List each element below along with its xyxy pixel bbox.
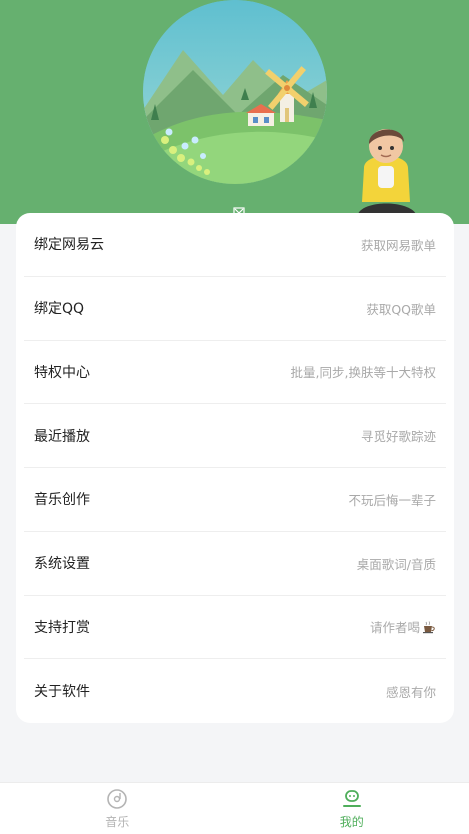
menu-item-title: 音乐创作	[34, 492, 90, 509]
menu-item-subtitle: 感恩有你	[385, 684, 436, 700]
profile-avatar[interactable]	[143, 0, 327, 184]
menu-item-subtitle: 请作者喝	[369, 620, 420, 636]
menu-item-privilege-center[interactable]: 特权中心 批量,同步,换肤等十大特权	[24, 341, 446, 405]
menu-item-recent-plays[interactable]: 最近播放 寻觅好歌踪迹	[24, 404, 446, 468]
menu-item-subtitle: 批量,同步,换肤等十大特权	[290, 365, 436, 381]
tab-mine[interactable]: 我的	[235, 783, 469, 834]
menu-item-about[interactable]: 关于软件 感恩有你	[24, 659, 446, 723]
menu-item-support-donate[interactable]: 支持打赏 请作者喝	[24, 596, 446, 660]
menu-item-title: 关于软件	[34, 684, 90, 701]
menu-item-system-settings[interactable]: 系统设置 桌面歌词/音质	[24, 532, 446, 596]
user-profile-icon	[342, 789, 361, 807]
coffee-cup-icon	[423, 621, 435, 634]
tab-music[interactable]: 音乐	[0, 783, 235, 834]
menu-item-title: 支持打赏	[34, 619, 90, 636]
menu-item-title: 特权中心	[34, 364, 90, 381]
menu-item-title: 最近播放	[34, 428, 90, 445]
menu-item-title: 绑定网易云	[34, 237, 104, 254]
tab-label: 音乐	[105, 814, 130, 829]
menu-item-subtitle: 寻觅好歌踪迹	[360, 429, 436, 445]
menu-item-subtitle-wrap: 请作者喝	[370, 617, 436, 636]
settings-menu-card: 绑定网易云 获取网易歌单 绑定QQ 获取QQ歌单 特权中心 批量,同步,换肤等十…	[16, 213, 454, 723]
menu-item-title: 系统设置	[34, 556, 90, 573]
vinyl-disc-icon	[107, 788, 128, 809]
menu-item-bind-netease[interactable]: 绑定网易云 获取网易歌单	[24, 213, 446, 277]
windmill-landscape-illustration	[143, 0, 327, 184]
menu-item-subtitle: 不玩后悔一辈子	[348, 492, 436, 508]
menu-item-subtitle: 获取QQ歌单	[366, 301, 436, 317]
menu-item-subtitle: 获取网易歌单	[360, 237, 436, 253]
menu-item-subtitle: 桌面歌词/音质	[356, 556, 436, 572]
menu-item-bind-qq[interactable]: 绑定QQ 获取QQ歌单	[24, 277, 446, 341]
tab-label: 我的	[339, 814, 364, 829]
bottom-tab-bar: 音乐 我的	[0, 782, 469, 834]
menu-item-title: 绑定QQ	[34, 301, 85, 318]
profile-header	[0, 0, 469, 229]
menu-item-music-creation[interactable]: 音乐创作 不玩后悔一辈子	[24, 468, 446, 532]
